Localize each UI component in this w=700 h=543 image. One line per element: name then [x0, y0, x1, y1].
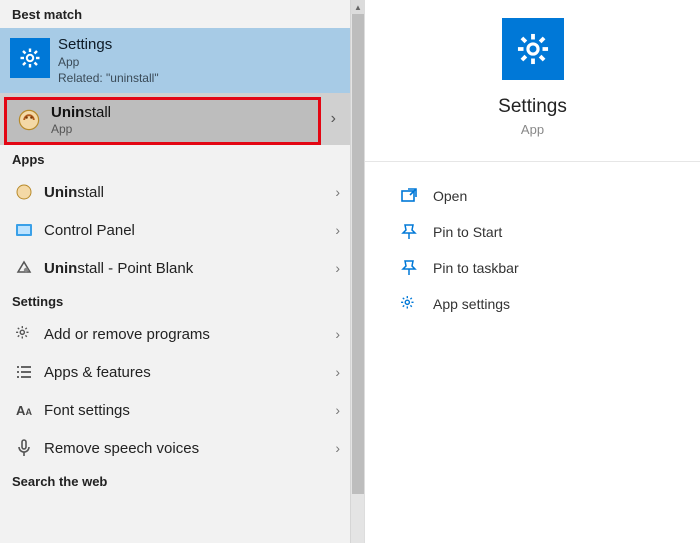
search-web-header: Search the web	[0, 467, 364, 495]
action-open[interactable]: Open	[399, 178, 680, 214]
best-match-sub: App	[58, 55, 159, 69]
chevron-right-icon[interactable]: ›	[335, 260, 340, 276]
gear-icon	[399, 294, 419, 314]
action-app-settings[interactable]: App settings	[399, 286, 680, 322]
best-match-related: Related: "uninstall"	[58, 71, 159, 85]
settings-header: Settings	[0, 287, 364, 315]
setting-font-settings[interactable]: AA Font settings ›	[0, 391, 350, 429]
scroll-up-icon[interactable]: ▲	[351, 0, 365, 14]
action-pin-to-taskbar[interactable]: Pin to taskbar	[399, 250, 680, 286]
chevron-right-icon[interactable]: ›	[335, 184, 340, 200]
control-panel-icon	[14, 220, 34, 240]
apps-header: Apps	[0, 145, 364, 173]
chevron-right-icon[interactable]: ›	[335, 364, 340, 380]
microphone-icon	[14, 438, 34, 458]
detail-sub: App	[521, 122, 544, 137]
detail-title: Settings	[498, 96, 567, 118]
uninstall-small-icon	[14, 182, 34, 202]
app-item-control-panel[interactable]: Control Panel ›	[0, 211, 350, 249]
uninstall-result-row[interactable]: Uninstall App ›	[0, 93, 350, 145]
setting-apps-features[interactable]: Apps & features ›	[0, 353, 350, 391]
uninstall-highlight-box: Uninstall App	[4, 97, 321, 145]
font-icon: AA	[14, 400, 34, 420]
scrollbar-thumb[interactable]	[352, 14, 364, 494]
action-pin-to-start[interactable]: Pin to Start	[399, 214, 680, 250]
best-match-title: Settings	[58, 36, 159, 53]
settings-gear-icon	[10, 38, 50, 78]
uninstall-sub: App	[51, 122, 111, 136]
scrollbar[interactable]: ▲	[350, 0, 364, 543]
detail-pane: Settings App Open Pin to Start Pin to	[365, 0, 700, 543]
list-icon	[14, 362, 34, 382]
app-item-uninstall[interactable]: Uninstall ›	[0, 173, 350, 211]
pin-icon	[399, 222, 419, 242]
uninstall-icon	[17, 108, 41, 132]
setting-add-remove-programs[interactable]: Add or remove programs ›	[0, 315, 350, 353]
gear-icon	[14, 324, 34, 344]
chevron-right-icon[interactable]: ›	[331, 110, 336, 128]
uninstall-title: Uninstall	[51, 104, 111, 121]
pin-icon	[399, 258, 419, 278]
settings-gear-icon	[502, 18, 564, 80]
chevron-right-icon[interactable]: ›	[335, 402, 340, 418]
search-results-pane: Best match Settings App Related: "uninst…	[0, 0, 365, 543]
best-match-header: Best match	[0, 0, 364, 28]
open-icon	[399, 186, 419, 206]
uninstall-pb-icon	[14, 258, 34, 278]
setting-remove-speech-voices[interactable]: Remove speech voices ›	[0, 429, 350, 467]
chevron-right-icon[interactable]: ›	[335, 326, 340, 342]
chevron-right-icon[interactable]: ›	[335, 222, 340, 238]
chevron-right-icon[interactable]: ›	[335, 440, 340, 456]
best-match-settings[interactable]: Settings App Related: "uninstall"	[0, 28, 364, 93]
app-item-uninstall-point-blank[interactable]: Uninstall - Point Blank ›	[0, 249, 350, 287]
